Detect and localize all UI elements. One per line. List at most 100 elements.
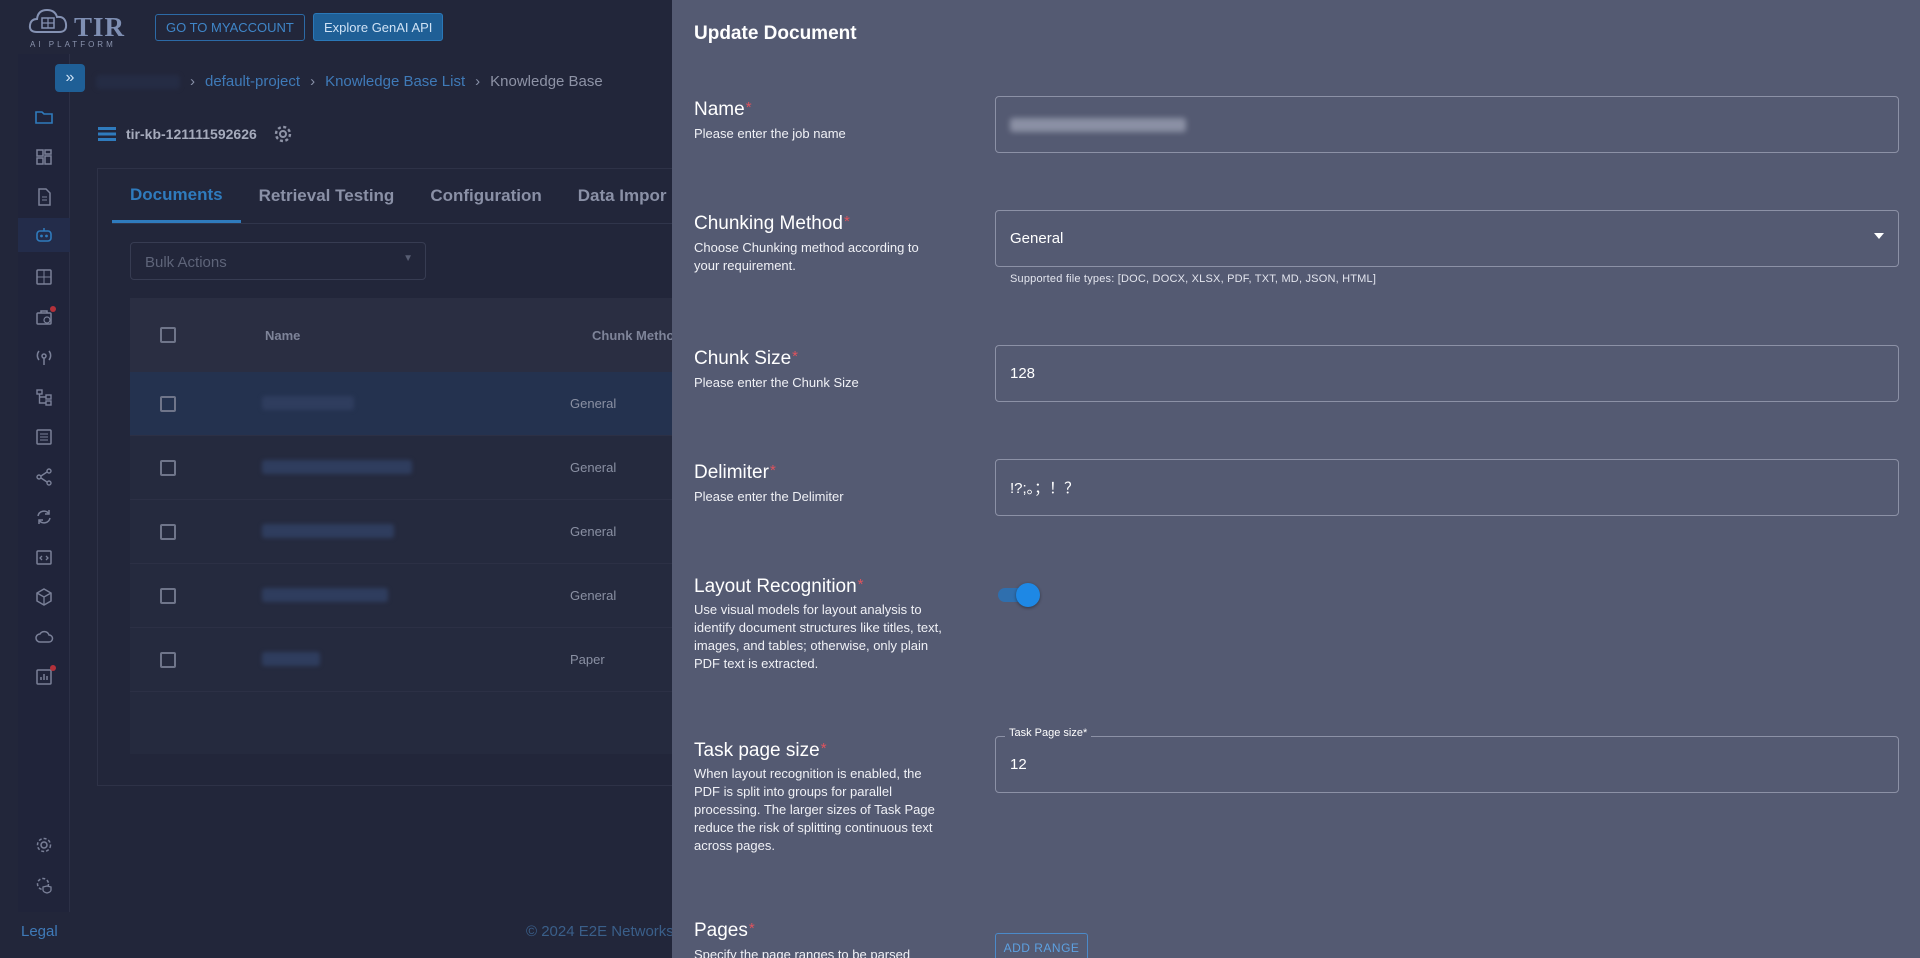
layout-recognition-label: Layout Recognition*	[694, 576, 864, 597]
expand-sidebar-button[interactable]: »	[55, 64, 85, 92]
sidebar-item-projects[interactable]	[18, 100, 70, 134]
go-to-myaccount-button[interactable]: GO TO MYACCOUNT	[155, 14, 305, 41]
sidebar-item-integrations[interactable]	[18, 460, 70, 494]
row-chunk-method: General	[570, 460, 617, 475]
bulk-actions-select[interactable]: Bulk Actions ▼	[130, 242, 426, 280]
cube-icon	[36, 588, 52, 606]
chunk-size-label: Chunk Size*	[694, 348, 799, 369]
chunking-method-label: Chunking Method*	[694, 213, 850, 234]
chunk-size-input[interactable]: 128	[995, 345, 1899, 402]
logo-text: TIR	[74, 12, 126, 42]
kb-tabs: Documents Retrieval Testing Configuratio…	[112, 169, 685, 223]
name-value-blurred	[1010, 117, 1186, 132]
sidebar-item-jobs[interactable]	[18, 300, 70, 334]
row-checkbox[interactable]	[160, 460, 176, 476]
grid-icon	[36, 269, 52, 285]
tab-data-import[interactable]: Data Impor	[560, 169, 685, 223]
documents-table: Name Chunk Metho General General General…	[130, 298, 698, 754]
breadcrumb-project-link[interactable]: default-project	[205, 73, 300, 90]
pages-description: Specify the page ranges to be parsed	[694, 947, 911, 958]
notification-dot	[50, 665, 56, 671]
table-row[interactable]: General	[130, 564, 698, 628]
sidebar-item-models[interactable]	[18, 580, 70, 614]
sidebar-item-apps[interactable]	[18, 260, 70, 294]
sidebar-item-analytics[interactable]	[18, 660, 70, 694]
layout-recognition-toggle[interactable]	[996, 583, 1040, 607]
table-row[interactable]: General	[130, 372, 698, 436]
legal-link[interactable]: Legal	[21, 923, 58, 940]
bulk-actions-placeholder: Bulk Actions	[145, 254, 227, 271]
sidebar-item-sync[interactable]	[18, 500, 70, 534]
breadcrumb-separator: ›	[475, 73, 481, 90]
task-page-size-input[interactable]: 12	[995, 736, 1899, 793]
chunking-method-select[interactable]: General	[995, 210, 1899, 267]
delimiter-input[interactable]: !?;。；！？	[995, 459, 1899, 516]
row-checkbox[interactable]	[160, 588, 176, 604]
row-name-blurred[interactable]	[262, 588, 388, 602]
table-header: Name Chunk Metho	[130, 298, 698, 372]
broadcast-icon	[36, 350, 52, 365]
sidebar-item-cloud[interactable]	[18, 620, 70, 654]
folder-icon	[35, 111, 53, 124]
sidebar-item-security[interactable]	[18, 868, 70, 902]
kb-settings-icon[interactable]	[273, 124, 293, 144]
column-header-chunk-method[interactable]: Chunk Metho	[592, 328, 674, 343]
chunk-size-description: Please enter the Chunk Size	[694, 375, 859, 390]
tab-configuration[interactable]: Configuration	[412, 169, 559, 223]
dashboard-icon	[36, 149, 52, 165]
sidebar-item-knowledge-base[interactable]	[18, 218, 70, 252]
row-checkbox[interactable]	[160, 652, 176, 668]
row-name-blurred[interactable]	[262, 396, 354, 410]
breadcrumb-blurred-item[interactable]	[96, 75, 180, 89]
breadcrumb-current: Knowledge Base	[490, 73, 603, 90]
tab-documents[interactable]: Documents	[112, 169, 241, 223]
select-all-checkbox[interactable]	[160, 327, 176, 343]
sidebar-item-settings[interactable]	[18, 828, 70, 862]
update-document-drawer: Update Document Name* Please enter the j…	[672, 0, 1920, 958]
kb-name: tir-kb-121111592626	[126, 126, 257, 142]
table-row[interactable]: General	[130, 500, 698, 564]
share-nodes-icon	[36, 468, 52, 486]
kb-header: tir-kb-121111592626	[98, 124, 293, 144]
notification-dot	[50, 306, 56, 312]
column-header-name[interactable]: Name	[265, 328, 300, 343]
task-page-size-description: When layout recognition is enabled, the …	[694, 766, 935, 853]
cloud-logo-icon	[28, 8, 68, 33]
sidebar-item-code[interactable]	[18, 540, 70, 574]
tab-retrieval-testing[interactable]: Retrieval Testing	[241, 169, 413, 223]
pages-label: Pages*	[694, 920, 755, 941]
add-range-button[interactable]: ADD RANGE	[995, 933, 1088, 958]
chunking-method-value: General	[1010, 230, 1064, 247]
name-label: Name*	[694, 99, 752, 120]
code-box-icon	[36, 550, 52, 565]
tir-logo[interactable]: TIR AI PLATFORM	[28, 6, 128, 49]
row-chunk-method: General	[570, 588, 617, 603]
sidebar-item-pipelines[interactable]	[18, 380, 70, 414]
supported-file-types-helper: Supported file types: [DOC, DOCX, XLSX, …	[1010, 273, 1377, 285]
row-chunk-method: General	[570, 524, 617, 539]
delimiter-description: Please enter the Delimiter	[694, 489, 844, 504]
row-name-blurred[interactable]	[262, 460, 412, 474]
sidebar-item-dashboard[interactable]	[18, 140, 70, 174]
table-row[interactable]: Paper	[130, 628, 698, 692]
gear-icon	[36, 837, 52, 853]
chunking-method-description: Choose Chunking method according to your…	[694, 240, 919, 273]
sidebar-item-inference[interactable]	[18, 340, 70, 374]
sidebar	[18, 54, 70, 912]
name-description: Please enter the job name	[694, 126, 846, 141]
task-page-size-floating-label: Task Page size*	[1005, 727, 1092, 739]
table-row[interactable]: General	[130, 436, 698, 500]
logo-subtitle: AI PLATFORM	[30, 40, 116, 49]
sidebar-item-registry[interactable]	[18, 420, 70, 454]
row-name-blurred[interactable]	[262, 524, 394, 538]
row-checkbox[interactable]	[160, 396, 176, 412]
document-icon	[38, 188, 51, 206]
name-input[interactable]	[995, 96, 1899, 153]
caret-down-icon	[1874, 233, 1884, 239]
row-name-blurred[interactable]	[262, 652, 320, 666]
breadcrumb-kb-list-link[interactable]: Knowledge Base List	[325, 73, 465, 90]
sidebar-item-documents[interactable]	[18, 180, 70, 214]
row-checkbox[interactable]	[160, 524, 176, 540]
chevron-down-icon: ▼	[403, 253, 413, 264]
explore-genai-api-button[interactable]: Explore GenAI API	[313, 13, 444, 41]
